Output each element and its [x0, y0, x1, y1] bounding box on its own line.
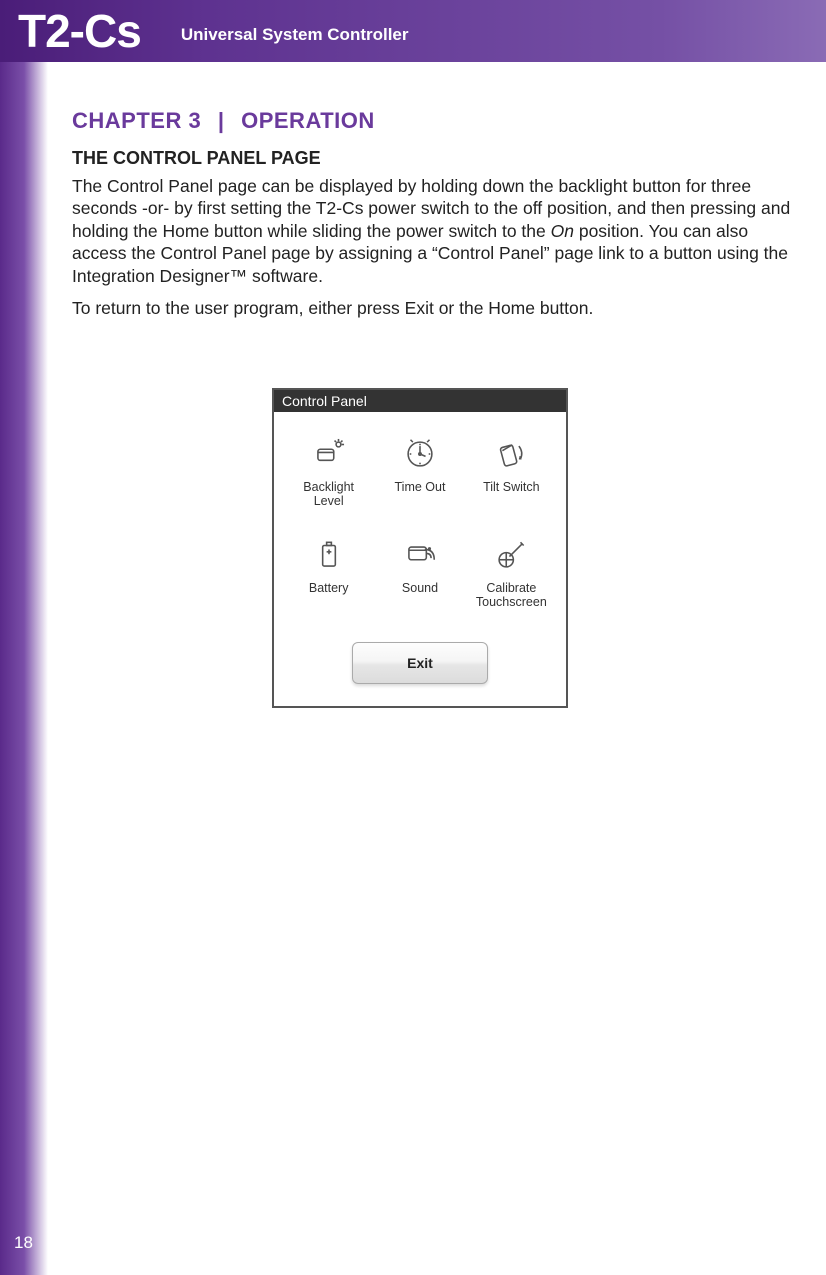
exit-row: Exit [274, 634, 566, 706]
control-panel-titlebar: Control Panel [274, 390, 566, 412]
left-gradient-strip [0, 0, 48, 1275]
page-number: 18 [14, 1233, 33, 1253]
sound-label: Sound [379, 581, 460, 595]
tilt-switch-label: Tilt Switch [471, 480, 552, 494]
paragraph-2: To return to the user program, either pr… [72, 297, 796, 319]
time-out-label: Time Out [379, 480, 460, 494]
content-area: CHAPTER 3 | OPERATION THE CONTROL PANEL … [72, 108, 796, 319]
backlight-level-icon [288, 434, 369, 474]
paragraph-1: The Control Panel page can be displayed … [72, 175, 796, 287]
chapter-separator: | [218, 108, 225, 133]
calibrate-label: Calibrate Touchscreen [471, 581, 552, 610]
battery-icon [288, 535, 369, 575]
header-bar: T2-Cs Universal System Controller [0, 0, 826, 62]
sound-icon [379, 535, 460, 575]
chapter-heading: CHAPTER 3 | OPERATION [72, 108, 796, 134]
backlight-level-item[interactable]: Backlight Level [288, 434, 369, 509]
tilt-switch-item[interactable]: Tilt Switch [471, 434, 552, 509]
calibrate-icon [471, 535, 552, 575]
backlight-level-label: Backlight Level [288, 480, 369, 509]
sound-item[interactable]: Sound [379, 535, 460, 610]
chapter-prefix: CHAPTER 3 [72, 108, 201, 133]
tilt-switch-icon [471, 434, 552, 474]
exit-button[interactable]: Exit [352, 642, 488, 684]
time-out-item[interactable]: Time Out [379, 434, 460, 509]
control-panel-grid: Backlight Level Time Out [274, 412, 566, 634]
paragraph-1-em: On [551, 221, 574, 241]
calibrate-touchscreen-item[interactable]: Calibrate Touchscreen [471, 535, 552, 610]
control-panel-screenshot: Control Panel Backlight Level [272, 388, 568, 708]
product-subtitle: Universal System Controller [181, 25, 409, 45]
product-name: T2-Cs [18, 4, 141, 58]
clock-icon [379, 434, 460, 474]
battery-item[interactable]: Battery [288, 535, 369, 610]
section-heading: THE CONTROL PANEL PAGE [72, 148, 796, 169]
chapter-title: OPERATION [241, 108, 375, 133]
battery-label: Battery [288, 581, 369, 595]
